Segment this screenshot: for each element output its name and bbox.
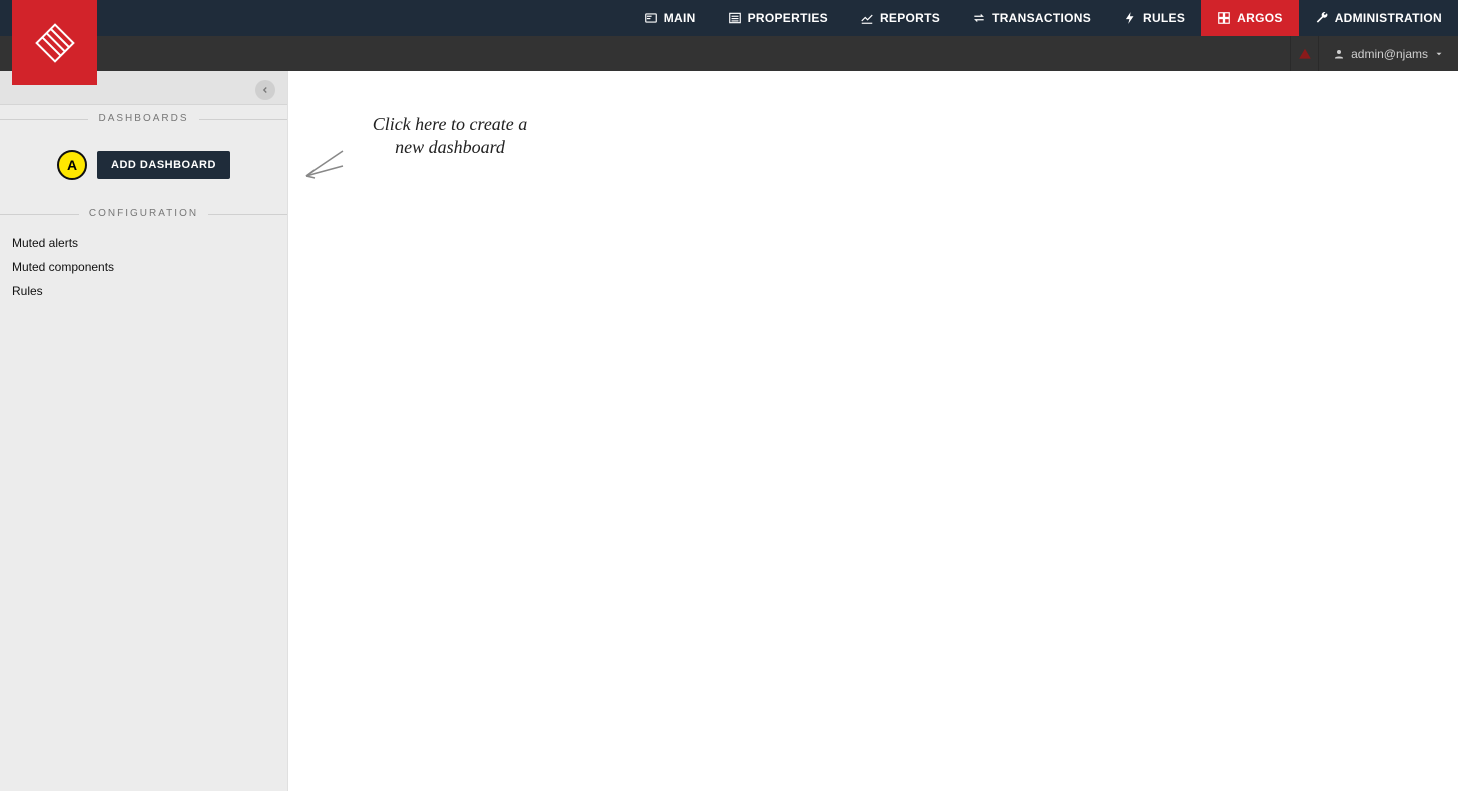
top-nav: MAIN PROPERTIES REPORTS TRANSACTIONS RUL…	[0, 0, 1458, 36]
chart-icon	[860, 11, 874, 25]
nav-label: PROPERTIES	[748, 11, 828, 25]
sidebar: DASHBOARDS A ADD DASHBOARD CONFIGURATION…	[0, 71, 288, 791]
section-configuration: CONFIGURATION	[0, 200, 287, 227]
config-list: Muted alerts Muted components Rules	[0, 227, 287, 307]
sidebar-collapse-button[interactable]	[255, 80, 275, 100]
main-pane: Click here to create a new dashboard	[288, 71, 1458, 791]
nav-label: REPORTS	[880, 11, 940, 25]
user-menu[interactable]: admin@njams	[1318, 36, 1458, 71]
nav-properties[interactable]: PROPERTIES	[712, 0, 844, 36]
wrench-icon	[1315, 11, 1329, 25]
add-dashboard-row: A ADD DASHBOARD	[0, 132, 287, 200]
nav-reports[interactable]: REPORTS	[844, 0, 956, 36]
nav-argos[interactable]: ARGOS	[1201, 0, 1299, 36]
exchange-icon	[972, 11, 986, 25]
chevron-down-icon	[1434, 49, 1444, 59]
config-item-rules[interactable]: Rules	[0, 279, 287, 303]
alert-indicator[interactable]	[1290, 36, 1318, 71]
section-title: DASHBOARDS	[88, 113, 198, 124]
hint-arrow-icon	[298, 141, 348, 191]
nav-label: ARGOS	[1237, 11, 1283, 25]
config-item-muted-components[interactable]: Muted components	[0, 255, 287, 279]
hint-text: Click here to create a new dashboard	[350, 113, 550, 160]
warning-icon	[1298, 47, 1312, 61]
list-icon	[728, 11, 742, 25]
person-icon	[1333, 48, 1345, 60]
user-name: admin@njams	[1351, 47, 1428, 61]
dashboard-icon	[1217, 11, 1231, 25]
nav-label: TRANSACTIONS	[992, 11, 1091, 25]
nav-rules[interactable]: RULES	[1107, 0, 1201, 36]
add-dashboard-button[interactable]: ADD DASHBOARD	[97, 151, 230, 179]
app-logo[interactable]	[12, 0, 97, 85]
section-title: CONFIGURATION	[79, 208, 208, 219]
callout-badge-a: A	[57, 150, 87, 180]
arrow-left-icon	[260, 85, 270, 95]
nav-label: RULES	[1143, 11, 1185, 25]
section-dashboards: DASHBOARDS	[0, 105, 287, 132]
nav-label: MAIN	[664, 11, 696, 25]
bolt-icon	[1123, 11, 1137, 25]
nav-administration[interactable]: ADMINISTRATION	[1299, 0, 1458, 36]
card-icon	[644, 11, 658, 25]
nav-main[interactable]: MAIN	[628, 0, 712, 36]
config-item-muted-alerts[interactable]: Muted alerts	[0, 231, 287, 255]
logo-icon	[30, 18, 80, 68]
nav-label: ADMINISTRATION	[1335, 11, 1442, 25]
nav-transactions[interactable]: TRANSACTIONS	[956, 0, 1107, 36]
user-bar: admin@njams	[0, 36, 1458, 71]
